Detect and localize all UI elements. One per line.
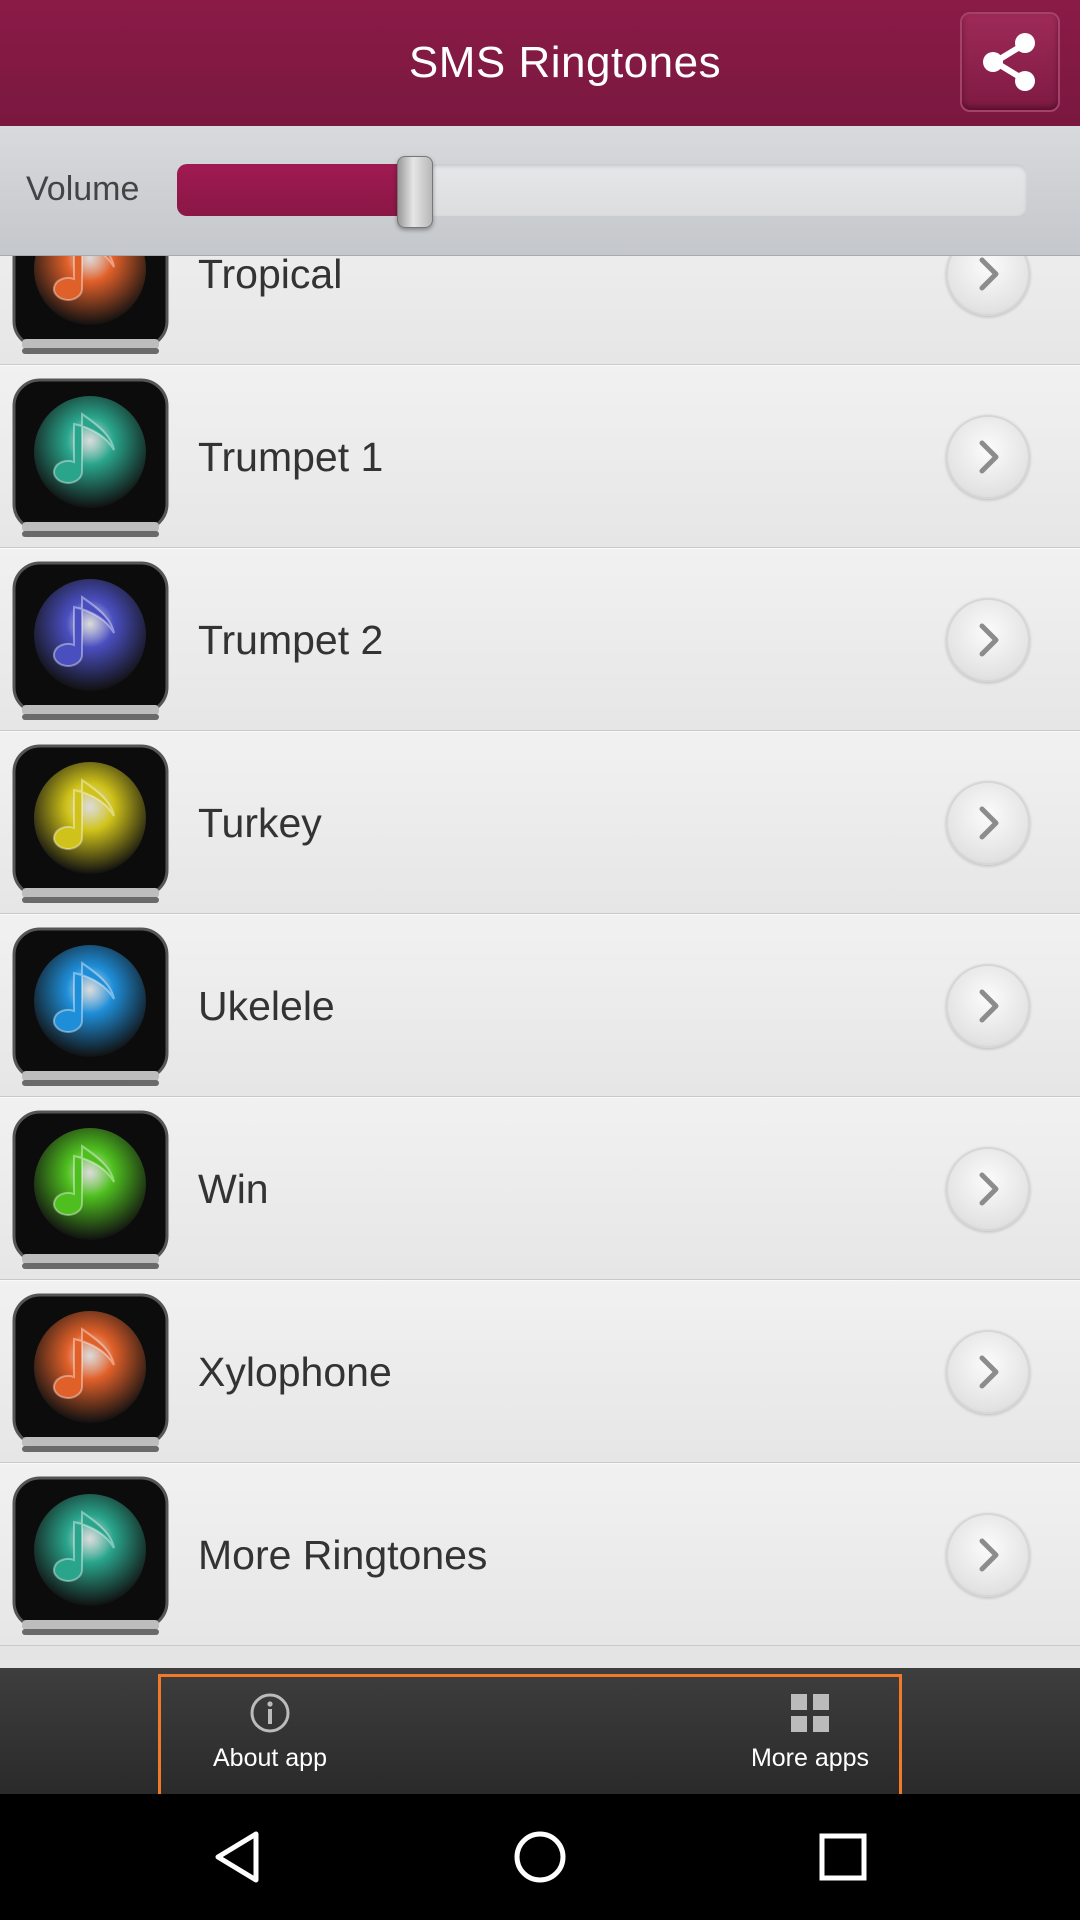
share-button[interactable] — [960, 12, 1060, 112]
music-note-icon — [12, 1293, 169, 1452]
music-note-icon — [12, 744, 169, 903]
back-icon — [215, 1831, 259, 1883]
app-header: SMS Ringtones — [0, 0, 1080, 126]
chevron-right-icon — [979, 440, 999, 474]
list-item-label: Xylophone — [198, 1349, 392, 1395]
list-item-label: More Ringtones — [198, 1532, 488, 1578]
music-note-icon — [12, 561, 169, 720]
list-item[interactable]: Xylophone — [0, 1280, 1080, 1463]
list-item-label: Ukelele — [198, 983, 335, 1029]
home-button[interactable] — [508, 1825, 572, 1889]
volume-slider-fill — [177, 164, 415, 216]
music-note-icon — [12, 927, 169, 1086]
back-button[interactable] — [205, 1825, 269, 1889]
highlight-box — [158, 1674, 902, 1810]
music-note-icon — [12, 378, 169, 537]
page-title: SMS Ringtones — [408, 38, 722, 87]
chevron-button[interactable] — [946, 1330, 1030, 1414]
volume-panel: Volume — [0, 126, 1080, 256]
list-item-label: Win — [198, 1166, 269, 1212]
ringtone-list[interactable]: Tropical Trumpet 1 Trumpet 2 Turkey Ukel… — [0, 256, 1080, 1668]
list-item[interactable]: Trumpet 1 — [0, 365, 1080, 548]
chevron-right-icon — [979, 806, 999, 840]
chevron-button[interactable] — [946, 781, 1030, 865]
share-icon — [983, 33, 1035, 91]
list-item[interactable]: Win — [0, 1097, 1080, 1280]
chevron-right-icon — [979, 989, 999, 1023]
music-note-icon — [12, 1110, 169, 1269]
chevron-button[interactable] — [946, 256, 1030, 316]
list-item[interactable]: More Ringtones — [0, 1463, 1080, 1646]
music-note-icon — [12, 256, 169, 354]
recents-button[interactable] — [811, 1825, 875, 1889]
volume-label: Volume — [26, 170, 140, 208]
list-item-label: Turkey — [198, 800, 322, 846]
bottom-action-bar: About app More apps — [0, 1668, 1080, 1810]
list-item[interactable]: Trumpet 2 — [0, 548, 1080, 731]
volume-slider-track[interactable] — [177, 164, 1027, 216]
list-item[interactable]: Ukelele — [0, 914, 1080, 1097]
system-nav-bar — [0, 1794, 1080, 1920]
chevron-button[interactable] — [946, 598, 1030, 682]
chevron-right-icon — [979, 1172, 999, 1206]
chevron-button[interactable] — [946, 1513, 1030, 1597]
recents-icon — [819, 1833, 867, 1881]
chevron-right-icon — [979, 257, 999, 291]
volume-slider-thumb[interactable] — [397, 156, 433, 228]
list-item-label: Trumpet 1 — [198, 434, 384, 480]
list-item-label: Tropical — [198, 256, 343, 297]
chevron-right-icon — [979, 623, 999, 657]
chevron-right-icon — [979, 1538, 999, 1572]
chevron-button[interactable] — [946, 964, 1030, 1048]
music-note-icon — [12, 1476, 169, 1635]
chevron-right-icon — [979, 1355, 999, 1389]
list-item[interactable]: Tropical — [0, 256, 1080, 365]
home-icon — [514, 1831, 566, 1883]
chevron-button[interactable] — [946, 415, 1030, 499]
list-item[interactable]: Turkey — [0, 731, 1080, 914]
list-item-label: Trumpet 2 — [198, 617, 384, 663]
chevron-button[interactable] — [946, 1147, 1030, 1231]
